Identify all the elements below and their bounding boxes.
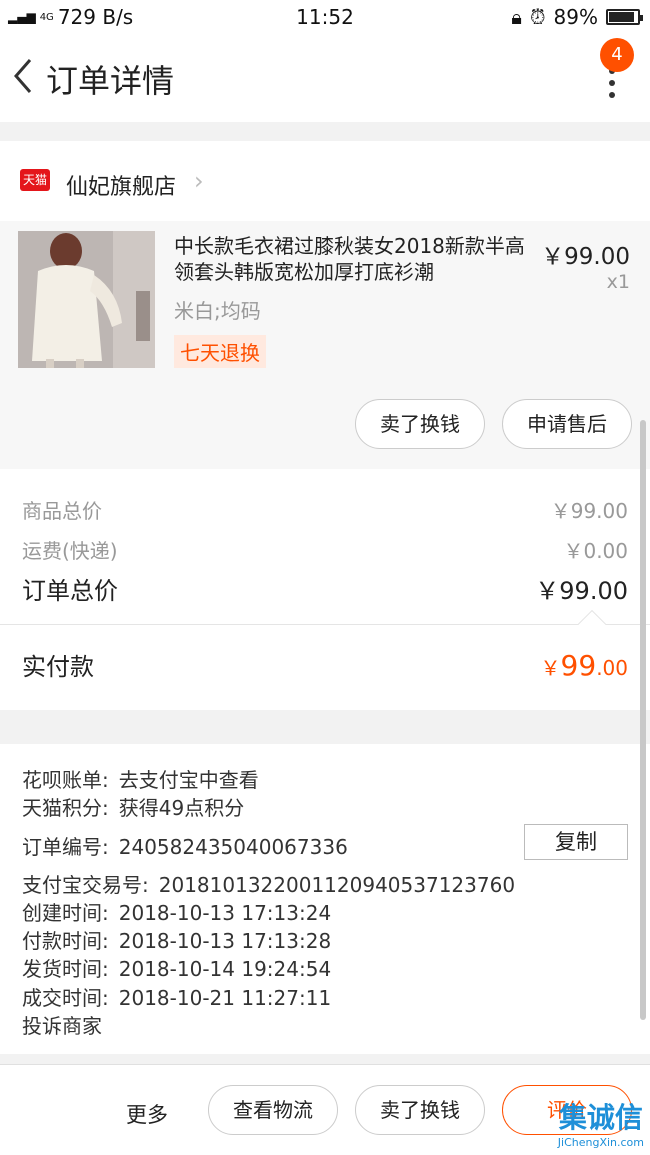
paid-label: 实付款 [22,653,94,681]
shop-row[interactable]: 天猫 仙妃旗舰店 › [0,141,650,221]
watermark-main: 集诚信 [558,1101,643,1134]
watermark-sub: JiChengXin.com [557,1136,644,1149]
product-quantity: x1 [606,271,630,293]
paid-amount-row: 实付款 ￥99.00 [22,647,628,682]
product-photo-icon [18,231,155,368]
product-image[interactable] [18,231,155,368]
order-total-label: 订单总价 [22,577,118,605]
huabei-label: 花呗账单: [22,768,109,792]
completed-time-label: 成交时间: [22,986,109,1010]
shipped-time-row: 发货时间: 2018-10-14 19:24:54 [22,953,331,982]
price-summary: 商品总价 ￥99.00 运费(快递) ￥0.00 订单总价 ￥99.00 实付款… [0,469,650,710]
product-price: ￥99.00 [541,244,630,270]
shipping-value: ￥0.00 [563,539,628,563]
battery-icon [606,9,643,25]
huabei-row[interactable]: 花呗账单: 去支付宝中查看 [22,764,259,793]
goods-total-value: ￥99.00 [550,499,628,523]
product-item[interactable]: 中长款毛衣裙过膝秋装女2018新款半高领套头韩版宽松加厚打底衫潮 米白;均码 七… [0,221,650,469]
completed-time-value: 2018-10-21 11:27:11 [118,986,332,1010]
return-policy-tag: 七天退换 [174,335,266,368]
scrollbar[interactable] [640,420,646,1020]
chevron-left-icon [14,59,32,93]
back-button[interactable] [8,54,42,98]
status-icons: 🔒︎ ⏰︎ 89% [511,5,643,29]
points-value: 获得49点积分 [118,796,245,820]
paid-decimal: .00 [596,656,628,680]
shipping-label: 运费(快递) [22,539,118,563]
shipped-time-label: 发货时间: [22,957,109,981]
goods-total-label: 商品总价 [22,499,102,523]
alipay-trade-label: 支付宝交易号: [22,873,149,897]
status-bar: ▂▄▆ 4G 729 B/s 11:52 🔒︎ ⏰︎ 89% [0,0,650,34]
paid-amount: ￥99.00 [541,649,628,682]
order-number-label: 订单编号: [22,835,109,859]
after-sales-button[interactable]: 申请售后 [502,399,632,449]
battery-percent: 89% [553,5,598,29]
created-time-row: 创建时间: 2018-10-13 17:13:24 [22,897,331,926]
alipay-trade-value: 2018101322001120940537123760 [158,873,516,897]
product-title: 中长款毛衣裙过膝秋装女2018新款半高领套头韩版宽松加厚打底衫潮 [174,234,525,284]
shipped-time-value: 2018-10-14 19:24:54 [118,957,332,981]
dot-icon [609,80,615,86]
order-total-row: 订单总价 ￥99.00 [22,571,628,606]
points-row: 天猫积分: 获得49点积分 [22,792,244,821]
notification-badge: 4 [600,38,634,72]
bottom-action-bar: 更多 查看物流 卖了换钱 评价 [0,1064,650,1155]
tmall-icon: 天猫 [20,169,50,191]
alipay-trade-row: 支付宝交易号: 2018101322001120940537123760 [22,869,515,898]
created-time-value: 2018-10-13 17:13:24 [118,901,332,925]
paid-time-label: 付款时间: [22,929,109,953]
product-sku: 米白;均码 [174,299,261,323]
created-time-label: 创建时间: [22,901,109,925]
sell-for-cash-footer-button[interactable]: 卖了换钱 [355,1085,485,1135]
complain-link[interactable]: 投诉商家 [22,1010,102,1039]
alarm-icon: ⏰︎ [529,5,546,29]
paid-time-row: 付款时间: 2018-10-13 17:13:28 [22,925,331,954]
goods-total-row: 商品总价 ￥99.00 [22,495,628,524]
order-info: 花呗账单: 去支付宝中查看 天猫积分: 获得49点积分 订单编号: 240582435… [0,744,650,1054]
paid-currency: ￥ [540,656,561,680]
view-logistics-button[interactable]: 查看物流 [208,1085,338,1135]
divider [0,624,650,625]
sell-for-cash-button[interactable]: 卖了换钱 [355,399,485,449]
huabei-value: 去支付宝中查看 [118,768,259,792]
points-label: 天猫积分: [22,796,109,820]
app-header: 订单详情 4 [0,34,650,122]
order-total-value: ￥99.00 [535,577,628,605]
more-menu-button[interactable] [602,68,622,128]
more-actions-button[interactable]: 更多 [126,1099,168,1129]
paid-integer: 99 [560,649,597,682]
copy-button[interactable]: 复制 [524,824,628,860]
paid-time-value: 2018-10-13 17:13:28 [118,929,332,953]
completed-time-row: 成交时间: 2018-10-21 11:27:11 [22,982,331,1011]
order-number-value: 240582435040067336 [118,835,348,859]
order-number-row: 订单编号: 240582435040067336 [22,831,348,860]
page-title: 订单详情 [46,62,175,100]
shop-name: 仙妃旗舰店 [66,175,177,200]
chevron-right-icon: › [194,167,204,195]
shipping-row: 运费(快递) ￥0.00 [22,535,628,564]
watermark-logo: 集诚信 JiChengXin.com [558,1096,644,1149]
lock-icon: 🔒︎ [511,5,522,29]
pointer-notch [577,609,607,639]
dot-icon [609,92,615,98]
